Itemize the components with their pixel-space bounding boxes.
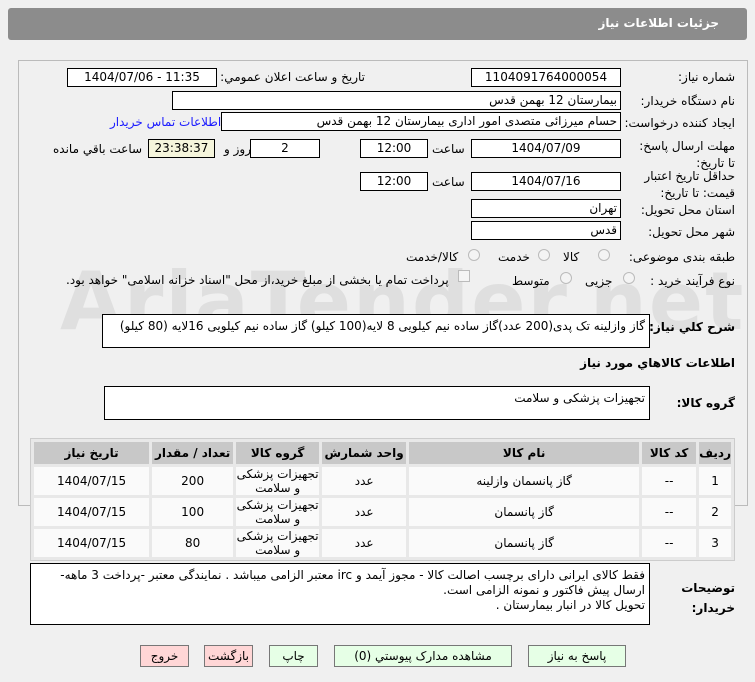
table-cell: تجهیزات پزشکی و سلامت	[236, 498, 320, 526]
reply-button[interactable]: پاسخ به نياز	[528, 645, 626, 667]
page-header: جزئیات اطلاعات نیاز	[8, 8, 747, 40]
table-cell: گاز پانسمان	[409, 529, 640, 557]
purchase-option-minor: جزیی	[585, 274, 613, 288]
buyer-label: نام دستگاه خريدار:	[640, 94, 736, 108]
validity-date-field[interactable]: 1404/07/16	[471, 172, 621, 191]
category-label: طبقه بندی موضوعی:	[628, 250, 735, 264]
remaining-timer: 23:38:37	[148, 139, 215, 158]
col-row: رديف	[699, 442, 731, 464]
treasury-payment-checkbox[interactable]	[458, 270, 470, 282]
province-label: استان محل تحويل:	[640, 203, 735, 217]
table-cell: 100	[152, 498, 234, 526]
days-label: روز و	[224, 142, 251, 156]
table-cell: --	[642, 498, 697, 526]
col-name: نام کالا	[409, 442, 640, 464]
table-cell: تجهیزات پزشکی و سلامت	[236, 529, 320, 557]
table-cell: عدد	[322, 498, 407, 526]
deadline-label: مهلت ارسال پاسخ: تا تاريخ:	[639, 139, 735, 170]
validity-time-field[interactable]: 12:00	[360, 172, 428, 191]
remaining-label: ساعت باقي مانده	[53, 142, 143, 156]
table-cell: 1404/07/15	[34, 498, 150, 526]
announce-field[interactable]: 1404/07/06 - 11:35	[67, 68, 217, 87]
city-label: شهر محل تحويل:	[648, 225, 735, 239]
creator-label: ايجاد کننده درخواست:	[624, 116, 735, 130]
table-cell: عدد	[322, 529, 407, 557]
city-field[interactable]: قدس	[471, 221, 621, 240]
table-cell: 1404/07/15	[34, 529, 150, 557]
table-cell: تجهیزات پزشکی و سلامت	[236, 467, 320, 495]
col-code: کد کالا	[642, 442, 697, 464]
table-cell: 3	[699, 529, 731, 557]
group-label: گروه کالا:	[676, 396, 735, 410]
table-cell: 80	[152, 529, 234, 557]
category-radio-goods[interactable]	[598, 249, 610, 261]
need-number-label: شماره نیاز:	[678, 70, 735, 84]
creator-field[interactable]: حسام میرزائی متصدی امور اداری بیمارستان …	[221, 112, 621, 131]
notes-textarea[interactable]: فقط کالای ایرانی دارای برچسب اصالت کالا …	[30, 563, 650, 625]
table-cell: 200	[152, 467, 234, 495]
print-button[interactable]: چاپ	[269, 645, 318, 667]
page-title: جزئیات اطلاعات نیاز	[598, 16, 719, 30]
notes-line-2: تحویل کالا در انبار بیمارستان .	[495, 598, 645, 612]
table-cell: 1	[699, 467, 731, 495]
purchase-radio-medium[interactable]	[560, 272, 572, 284]
purchase-type-label: نوع فرآيند خريد :	[650, 274, 735, 288]
table-cell: گاز پانسمان	[409, 498, 640, 526]
category-option-service: خدمت	[498, 250, 530, 264]
back-button[interactable]: بازگشت	[204, 645, 253, 667]
table-cell: --	[642, 529, 697, 557]
category-radio-both[interactable]	[468, 249, 480, 261]
notes-label: توضيحات خريدار:	[681, 581, 735, 615]
purchase-radio-minor[interactable]	[623, 272, 635, 284]
treasury-payment-note: پرداخت تمام يا بخشی از مبلغ خريد،از محل …	[66, 273, 449, 287]
table-row: 1 -- گاز پانسمان وازلینه عدد تجهیزات پزشکی و…	[34, 467, 731, 495]
notes-line-1: فقط کالای ایرانی دارای برچسب اصالت کالا …	[60, 568, 645, 597]
goods-section-title: اطلاعات کالاهاي مورد نياز	[580, 356, 735, 370]
deadline-date-field[interactable]: 1404/07/09	[471, 139, 621, 158]
province-field[interactable]: تهران	[471, 199, 621, 218]
category-option-goods: کالا	[563, 250, 580, 264]
category-radio-service[interactable]	[538, 249, 550, 261]
category-option-both: کالا/خدمت	[406, 250, 459, 264]
announce-label: تاريخ و ساعت اعلان عمومي:	[220, 70, 365, 84]
table-cell: --	[642, 467, 697, 495]
need-number-field[interactable]: 1104091764000054	[471, 68, 621, 87]
purchase-option-medium: متوسط	[512, 274, 550, 288]
description-textarea[interactable]: گاز وازلینه تک پدی(200 عدد)گاز ساده نیم …	[102, 314, 650, 348]
validity-label: حداقل تاريخ اعتبار قيمت: تا تاريخ:	[644, 169, 735, 200]
col-unit: واحد شمارش	[322, 442, 407, 464]
table-cell: عدد	[322, 467, 407, 495]
goods-table: رديف کد کالا نام کالا واحد شمارش گروه کا…	[30, 438, 735, 561]
deadline-time-field[interactable]: 12:00	[360, 139, 428, 158]
col-date: تاريخ نياز	[34, 442, 150, 464]
col-group: گروه کالا	[236, 442, 320, 464]
table-row: 2 -- گاز پانسمان عدد تجهیزات پزشکی و سلامت 10…	[34, 498, 731, 526]
view-attachments-button[interactable]: مشاهده مدارک پيوستي (0)	[334, 645, 512, 667]
deadline-time-label: ساعت	[432, 142, 465, 156]
table-cell: گاز پانسمان وازلینه	[409, 467, 640, 495]
days-field[interactable]: 2	[250, 139, 320, 158]
group-textarea[interactable]: تجهیزات پزشکی و سلامت	[104, 386, 650, 420]
description-label: شرح کلي نياز:	[649, 320, 735, 334]
table-cell: 2	[699, 498, 731, 526]
table-row: 3 -- گاز پانسمان عدد تجهیزات پزشکی و سلامت 80…	[34, 529, 731, 557]
exit-button[interactable]: خروج	[140, 645, 189, 667]
buyer-field[interactable]: بیمارستان 12 بهمن قدس	[172, 91, 621, 110]
validity-time-label: ساعت	[432, 175, 465, 189]
col-qty: تعداد / مقدار	[152, 442, 234, 464]
contact-buyer-link[interactable]: اطلاعات تماس خريدار	[110, 115, 221, 129]
table-cell: 1404/07/15	[34, 467, 150, 495]
